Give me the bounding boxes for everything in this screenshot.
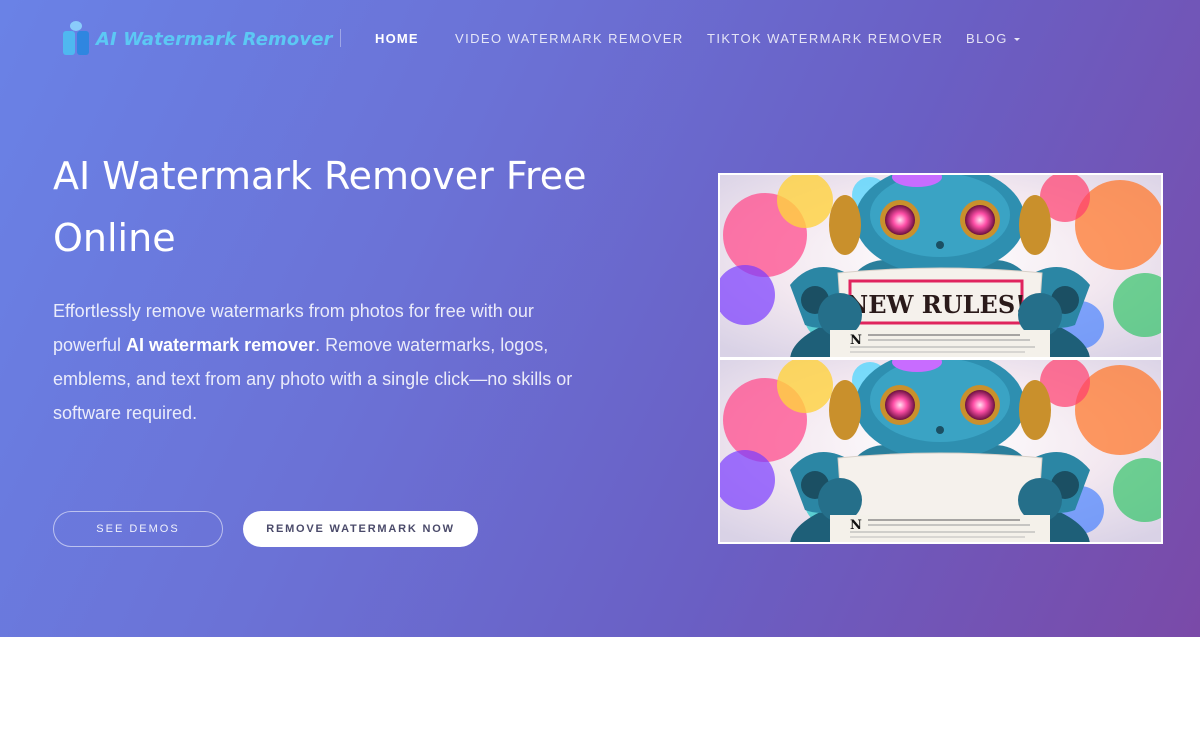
brand-name: AI Watermark Remover: [96, 28, 333, 50]
nav-home[interactable]: HOME: [375, 31, 419, 46]
sign-text: NEW RULES!: [846, 290, 1025, 319]
nav-video-watermark-remover[interactable]: VIDEO WATERMARK REMOVER: [455, 31, 684, 46]
see-demos-button[interactable]: SEE DEMOS: [53, 511, 223, 547]
nav-tiktok-watermark-remover[interactable]: TIKTOK WATERMARK REMOVER: [707, 31, 943, 46]
brand-logo[interactable]: AI Watermark Remover: [60, 20, 333, 58]
chevron-down-icon: [1013, 38, 1020, 42]
logo-icon: [60, 21, 92, 57]
nav-divider: [340, 29, 341, 47]
content-area: [0, 637, 1200, 750]
before-after-image: NEW RULES! N N: [718, 173, 1163, 544]
before-image: NEW RULES! N: [720, 175, 1161, 357]
page-title: AI Watermark Remover Free Online: [53, 154, 587, 260]
newspaper-letter: N: [850, 518, 862, 533]
nav-blog-label: BLOG: [966, 31, 1008, 46]
newspaper-letter: N: [850, 333, 862, 348]
hero-description: Effortlessly remove watermarks from phot…: [53, 294, 598, 430]
nav-blog[interactable]: BLOG: [966, 31, 1020, 46]
after-image: N: [720, 360, 1161, 542]
lead-text-bold: AI watermark remover: [126, 335, 316, 355]
remove-watermark-button[interactable]: REMOVE WATERMARK NOW: [243, 511, 478, 547]
hero-section: AI Watermark Remover HOME VIDEO WATERMAR…: [0, 0, 1200, 637]
